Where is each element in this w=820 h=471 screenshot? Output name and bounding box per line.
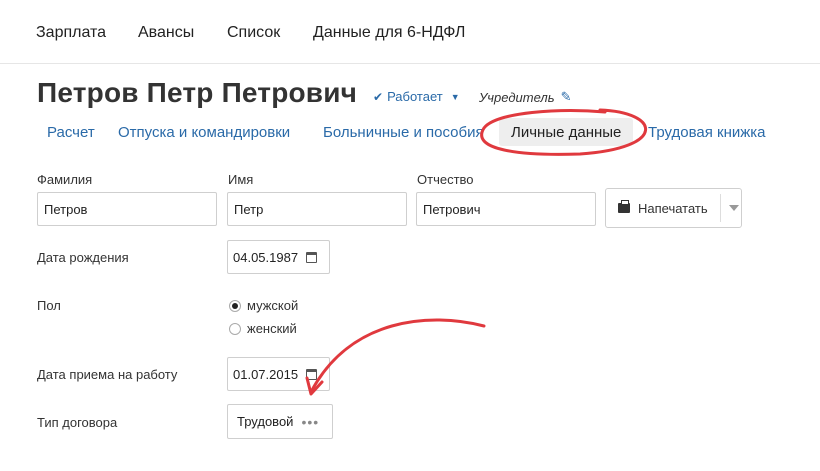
caret-down-icon[interactable] xyxy=(728,205,739,211)
patronymic-label: Отчество xyxy=(417,172,474,187)
gender-option-female: женский xyxy=(247,321,297,336)
print-button-divider xyxy=(719,194,721,222)
nav-item-advances[interactable]: Авансы xyxy=(138,24,194,42)
contract-type-selector[interactable]: Трудовой ••• xyxy=(227,404,333,439)
birthdate-value: 04.05.1987 xyxy=(233,249,299,265)
tab-personal-data[interactable]: Личные данные xyxy=(499,118,634,146)
nav-item-salary[interactable]: Зарплата xyxy=(36,24,106,42)
gender-option-male: мужской xyxy=(247,298,299,313)
gender-radio-male[interactable]: мужской xyxy=(229,298,298,313)
employment-status-label: Работает xyxy=(387,89,443,104)
nav-item-ndfl-data[interactable]: Данные для 6-НДФЛ xyxy=(313,24,465,42)
employee-role: Учредитель ✎ xyxy=(479,89,571,105)
gender-radio-female[interactable]: женский xyxy=(229,321,297,336)
print-button[interactable]: Напечатать xyxy=(605,188,742,228)
tab-work-book[interactable]: Трудовая книжка xyxy=(648,124,766,141)
firstname-input[interactable] xyxy=(227,192,407,226)
employee-name: Петров Петр Петрович xyxy=(37,77,358,108)
employee-tabs: Расчет Отпуска и командировки Больничные… xyxy=(0,118,820,148)
contract-type-value: Трудовой xyxy=(237,414,294,429)
surname-label: Фамилия xyxy=(37,172,93,187)
employment-status-dropdown[interactable]: ✔ Работает ▼ xyxy=(373,89,460,104)
employee-role-label: Учредитель xyxy=(479,89,555,105)
top-navigation: Зарплата Авансы Список Данные для 6-НДФЛ xyxy=(0,0,820,64)
calendar-icon[interactable] xyxy=(306,368,318,380)
surname-input[interactable] xyxy=(37,192,217,226)
contract-type-label: Тип договора xyxy=(37,415,118,430)
check-icon: ✔ xyxy=(373,89,384,104)
hire-date-label: Дата приема на работу xyxy=(37,367,178,382)
patronymic-input[interactable] xyxy=(416,192,596,226)
tab-calculation[interactable]: Расчет xyxy=(47,124,95,141)
birthdate-field[interactable]: 04.05.1987 xyxy=(227,240,330,274)
tab-vacations-trips[interactable]: Отпуска и командировки xyxy=(118,124,290,141)
printer-icon xyxy=(618,200,630,213)
hire-date-value: 01.07.2015 xyxy=(233,366,299,382)
more-dots-icon[interactable]: ••• xyxy=(301,414,319,430)
hire-date-field[interactable]: 01.07.2015 xyxy=(227,357,330,391)
annotation-overlay xyxy=(305,108,647,396)
print-button-label: Напечатать xyxy=(638,200,708,216)
radio-checked-icon xyxy=(229,299,241,312)
caret-down-icon: ▼ xyxy=(450,91,460,102)
calendar-icon[interactable] xyxy=(306,251,318,263)
gender-label: Пол xyxy=(37,298,61,313)
birthdate-label: Дата рождения xyxy=(37,250,129,265)
radio-unchecked-icon xyxy=(229,322,241,335)
nav-item-list[interactable]: Список xyxy=(227,24,280,42)
firstname-label: Имя xyxy=(228,172,254,187)
tab-sick-leave[interactable]: Больничные и пособия xyxy=(323,124,484,141)
annotation-arrow-icon xyxy=(309,318,486,394)
pencil-icon[interactable]: ✎ xyxy=(561,89,572,105)
